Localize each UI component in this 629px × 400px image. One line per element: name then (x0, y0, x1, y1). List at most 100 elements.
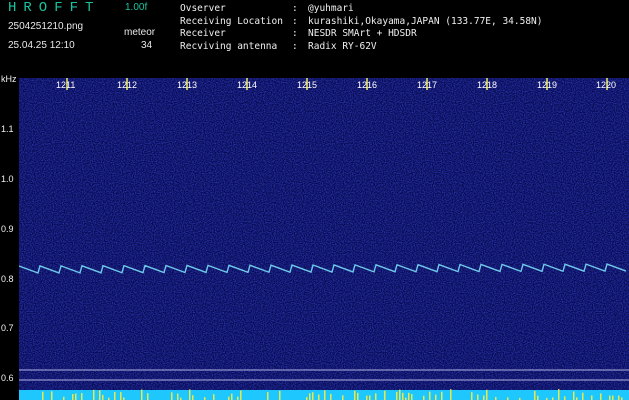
x-tick-label: 1216 (357, 80, 378, 90)
meteor-label: meteor (124, 27, 156, 38)
signal-spike (342, 395, 344, 400)
spectrogram-canvas (19, 78, 629, 400)
station-value: kurashiki,Okayama,JAPAN (133.77E, 34.58N… (308, 15, 543, 27)
signal-spike (366, 395, 368, 400)
x-tick-label: 1213 (177, 80, 198, 90)
y-tick-label: 0.8 (1, 274, 14, 284)
signal-spike (237, 396, 239, 400)
separator-colon: : (292, 40, 298, 52)
spectrogram[interactable] (19, 78, 629, 400)
x-tick-label: 1212 (117, 80, 138, 90)
app-version: 1.00f (125, 2, 148, 13)
signal-spike (471, 392, 473, 400)
signal-spike (450, 389, 452, 400)
signal-spike (309, 393, 311, 400)
x-tick-label: 1217 (417, 80, 438, 90)
signal-spike (324, 390, 326, 400)
signal-spike (573, 391, 575, 400)
signal-spike (408, 392, 410, 400)
x-tick-label: 1215 (297, 80, 318, 90)
signal-spike (177, 393, 179, 400)
station-key: Ovserver (180, 3, 226, 14)
datetime: 25.04.25 12:10 (8, 40, 75, 51)
signal-spike (402, 392, 404, 400)
station-key: Recviving antenna (180, 40, 278, 52)
file-name: 2504251210.png (8, 21, 84, 32)
signal-spike (399, 389, 401, 400)
signal-spike (279, 390, 281, 400)
station-info: Ovserver: @yuhmari Receiving Location: kur… (180, 3, 543, 53)
signal-spike (267, 392, 269, 400)
y-tick-label: 1.1 (1, 124, 14, 134)
separator-colon: : (292, 15, 298, 27)
station-row: Recviving antenna: Radix RY-62V (180, 41, 543, 54)
signal-spike (483, 395, 485, 400)
signal-spike (435, 394, 437, 400)
signal-spike (354, 390, 356, 400)
signal-spike (486, 389, 488, 400)
y-tick-label: 0.6 (1, 373, 14, 383)
x-tick-label: 1211 (56, 80, 76, 90)
signal-spike (609, 395, 611, 400)
signal-spike (147, 393, 149, 400)
x-tick-label: 1218 (477, 80, 498, 90)
signal-spike (591, 395, 593, 400)
station-key: Receiver (180, 28, 226, 39)
header: HROFFT 1.00f 2504251210.png meteor 25.04… (0, 0, 629, 74)
signal-spike (99, 390, 101, 400)
signal-spike (411, 394, 413, 400)
frequency-unit-label: kHz (1, 74, 17, 84)
signal-spike (81, 393, 83, 400)
signal-spike (564, 396, 566, 400)
x-tick-label: 1219 (537, 80, 558, 90)
signal-spike (375, 393, 377, 400)
station-row: Ovserver: @yuhmari (180, 3, 543, 16)
signal-spike (423, 395, 425, 400)
signal-spike (429, 391, 431, 400)
signal-spike (357, 392, 359, 400)
meteor-count: 34 (141, 40, 153, 51)
signal-spike (240, 390, 242, 400)
station-value: @yuhmari (308, 3, 354, 14)
signal-spike (192, 395, 194, 400)
signal-spike (102, 394, 104, 400)
signal-spike (51, 391, 53, 400)
signal-spike (558, 389, 560, 400)
frequency-axis (0, 74, 19, 400)
signal-spike (612, 395, 614, 400)
signal-spike (312, 392, 314, 400)
y-tick-label: 1.0 (1, 174, 14, 184)
signal-spike (114, 392, 116, 400)
separator-colon: : (292, 3, 298, 14)
station-key: Receiving Location (180, 15, 283, 27)
signal-spike (120, 392, 122, 400)
signal-spike (189, 389, 191, 400)
signal-spike (213, 394, 215, 400)
signal-spike (384, 390, 386, 400)
station-row: Receiver: NESDR SMArt + HDSDR (180, 28, 543, 41)
signal-spike (537, 395, 539, 400)
signal-spike (477, 394, 479, 400)
signal-spike (330, 393, 332, 400)
signal-spike (618, 395, 620, 400)
signal-spike (582, 392, 584, 400)
station-row: Receiving Location: kurashiki,Okayama,JAP… (180, 16, 543, 29)
station-value: Radix RY-62V (308, 40, 377, 52)
signal-spike (75, 393, 77, 400)
y-tick-label: 0.9 (1, 224, 14, 234)
signal-spike (72, 394, 74, 400)
signal-spike (534, 390, 536, 400)
app-name: HROFFT (8, 0, 101, 16)
signal-spike (396, 391, 398, 400)
station-value: NESDR SMArt + HDSDR (308, 28, 417, 39)
separator-colon: : (292, 28, 298, 39)
signal-spike (171, 392, 173, 400)
signal-spike (42, 391, 44, 400)
signal-spike (369, 395, 371, 400)
signal-spike (600, 393, 602, 400)
spectrogram-noise (19, 78, 629, 400)
x-tick-label: 1220 (596, 80, 617, 90)
signal-spike (93, 389, 95, 400)
signal-spike (441, 391, 443, 400)
signal-spike (141, 389, 143, 400)
